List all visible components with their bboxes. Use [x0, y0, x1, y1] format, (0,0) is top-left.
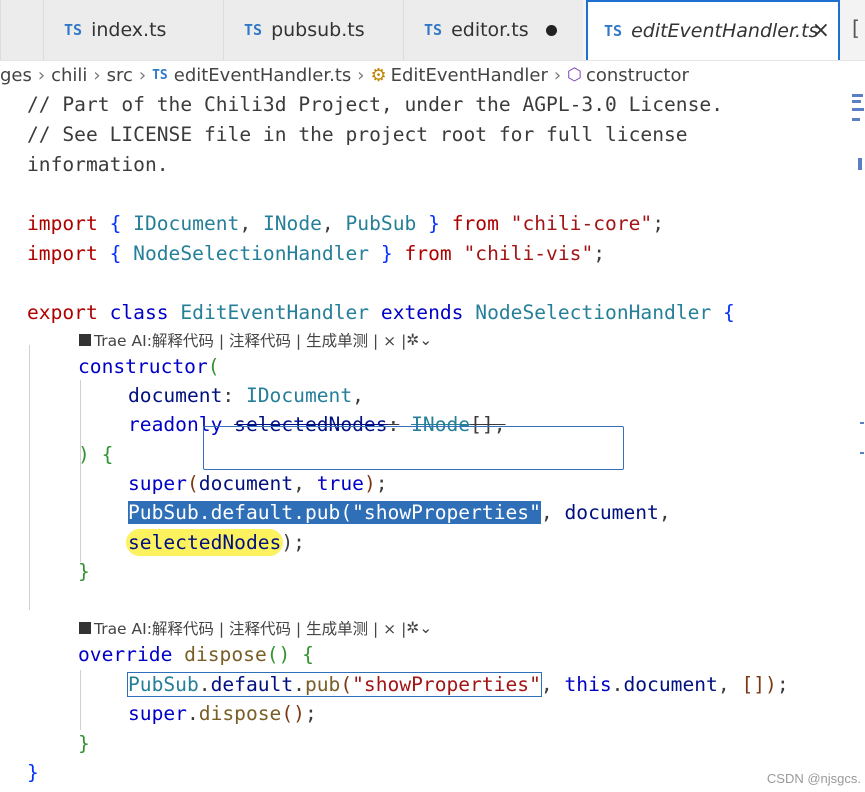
code-line-class: export class EditEventHandler extends No…	[27, 301, 735, 324]
breadcrumb-item[interactable]: ges	[0, 65, 32, 86]
class-icon: ⚙	[370, 64, 387, 86]
tab-label: index.ts	[91, 19, 167, 41]
chevron-right-icon: ›	[357, 64, 365, 86]
code-line-pub-1-cont: selectedNodes);	[128, 531, 305, 554]
tab-overflow[interactable]	[0, 0, 43, 60]
breadcrumb-file[interactable]: editEventHandler.ts	[174, 65, 352, 86]
typescript-icon: TS	[604, 22, 623, 40]
code-line-override: override dispose() {	[78, 643, 314, 666]
code-line-import-2: import { NodeSelectionHandler } from "ch…	[27, 242, 606, 265]
code-line-pub-2: PubSub.default.pub("showProperties", thi…	[127, 672, 789, 697]
code-line-import-1: import { IDocument, INode, PubSub } from…	[27, 212, 665, 235]
minimap-line	[858, 158, 862, 170]
code-line-super-dispose: super.dispose();	[128, 702, 317, 725]
trae-logo-icon[interactable]: ✲	[406, 619, 419, 637]
indent-guide	[80, 670, 81, 730]
drawn-rectangle-annotation	[203, 426, 624, 470]
tab-overflow-bracket[interactable]: [	[852, 16, 860, 40]
typescript-icon: TS	[244, 21, 263, 39]
code-line-pub-1: PubSub.default.pub("showProperties", doc…	[128, 501, 671, 524]
breadcrumb: ges › chili › src › TS editEventHandler.…	[0, 61, 865, 89]
trae-logo-icon[interactable]: ✲	[406, 331, 419, 349]
terminal-icon	[79, 334, 91, 346]
code-line-constructor: constructor(	[78, 355, 220, 378]
minimap-line	[852, 118, 860, 121]
typescript-icon: TS	[152, 67, 168, 83]
tab-editor-ts[interactable]: TS editor.ts	[403, 0, 583, 60]
chevron-right-icon: ›	[553, 64, 562, 86]
breadcrumb-item[interactable]: src	[107, 65, 133, 86]
minimap-line	[860, 452, 864, 454]
tab-index-ts[interactable]: TS index.ts	[43, 0, 223, 60]
unsaved-dot-icon[interactable]	[546, 25, 557, 36]
minimap-line	[852, 100, 861, 103]
tab-label: editor.ts	[451, 19, 529, 41]
breadcrumb-class[interactable]: EditEventHandler	[391, 65, 548, 86]
editor-tab-bar: TS index.ts TS pubsub.ts TS editor.ts TS…	[0, 0, 865, 61]
minimap-line	[860, 422, 864, 424]
code-line-2: // See LICENSE file in the project root …	[27, 123, 688, 146]
breadcrumb-item[interactable]: chili	[51, 65, 87, 86]
watermark: CSDN @njsgcs.	[766, 771, 861, 786]
code-line-class-close: }	[27, 761, 39, 784]
minimap[interactable]	[850, 92, 865, 792]
minimap-line	[852, 94, 863, 97]
code-line-super: super(document, true);	[128, 472, 388, 495]
tab-label: pubsub.ts	[271, 19, 365, 41]
trae-ai-codelens[interactable]: Trae AI:解释代码 | 注释代码 | 生成单测 | × | ✲ ⌄	[79, 617, 432, 639]
chevron-right-icon: ›	[37, 64, 46, 86]
chevron-right-icon: ›	[138, 64, 147, 86]
code-line-ctor-close: }	[78, 560, 90, 583]
typescript-icon: TS	[424, 21, 443, 39]
chevron-right-icon: ›	[93, 64, 101, 86]
minimap-line	[852, 108, 864, 111]
selected-text[interactable]: PubSub.default.pub("showProperties"	[128, 501, 541, 524]
tab-editeventhandler-ts[interactable]: TS editEventHandler.ts ×	[586, 0, 840, 60]
indent-guide	[29, 345, 30, 610]
code-line-1: // Part of the Chili3d Project, under th…	[27, 93, 723, 116]
close-icon[interactable]: ×	[812, 17, 830, 45]
highlighted-annotation: selectedNodes	[128, 531, 282, 554]
breadcrumb-method[interactable]: constructor	[586, 65, 689, 86]
tab-label: editEventHandler.ts	[631, 20, 819, 42]
method-cube-icon: ⬡	[567, 65, 582, 85]
trae-ai-codelens[interactable]: Trae AI:解释代码 | 注释代码 | 生成单测 | × | ✲ ⌄	[79, 329, 432, 351]
indent-guide	[80, 468, 81, 562]
tab-pubsub-ts[interactable]: TS pubsub.ts	[223, 0, 403, 60]
code-line-3: information.	[27, 153, 169, 176]
code-line-dispose-close: }	[78, 732, 90, 755]
code-line-ctor-body-open: ) {	[78, 443, 114, 466]
code-line-param-document: document: IDocument,	[128, 384, 364, 407]
typescript-icon: TS	[64, 21, 83, 39]
terminal-icon	[79, 622, 91, 634]
